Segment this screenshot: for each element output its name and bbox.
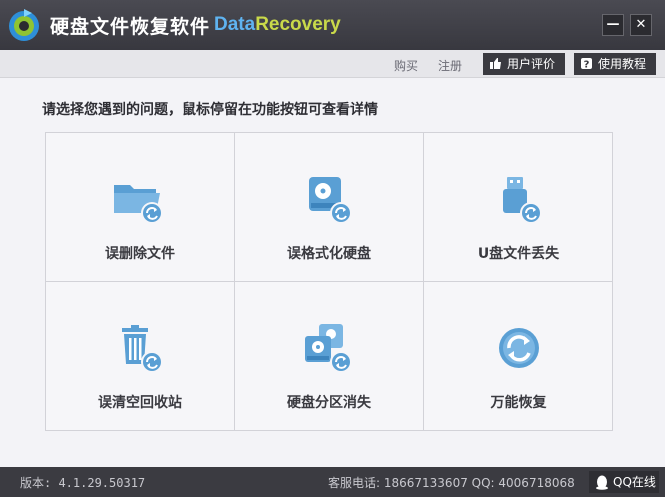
brand-name: DataRecovery <box>214 14 341 36</box>
minimize-icon: — <box>606 17 620 32</box>
tile-label: 误格式化硬盘 <box>287 246 371 262</box>
status-bar: 版本: 4.1.29.50317 客服电话: 18667133607 QQ: 4… <box>0 467 665 497</box>
register-link[interactable]: 注册 <box>438 57 462 74</box>
title-bar: 硬盘文件恢复软件 DataRecovery — ✕ <box>0 0 665 50</box>
tutorial-button[interactable]: ? 使用教程 <box>574 53 656 75</box>
universal-recover-icon <box>498 328 539 368</box>
folder-recover-icon <box>114 185 163 224</box>
toolbar: 购买 注册 用户评价 ? 使用教程 <box>0 50 665 78</box>
qq-online-label: QQ在线 <box>613 475 656 489</box>
close-button[interactable]: ✕ <box>630 14 652 36</box>
harddisk-recover-icon <box>309 177 352 224</box>
brand-part-data: Data <box>214 14 256 35</box>
tile-deleted-files[interactable]: 误删除文件 <box>46 133 235 282</box>
qq-penguin-icon <box>596 475 608 490</box>
tile-emptied-recycle-bin[interactable]: 误清空回收站 <box>46 282 235 431</box>
help-icon: ? <box>581 58 592 71</box>
app-logo-icon <box>9 9 39 41</box>
user-review-label: 用户评价 <box>507 57 556 71</box>
tile-partition-lost[interactable]: 硬盘分区消失 <box>235 282 424 431</box>
tile-label: 误清空回收站 <box>98 395 182 411</box>
tile-usb-lost[interactable]: U盘文件丢失 <box>424 133 613 282</box>
contact-text: 客服电话: 18667133607 QQ: 4006718068 <box>328 476 575 490</box>
tile-formatted-disk[interactable]: 误格式化硬盘 <box>235 133 424 282</box>
tile-universal-recovery[interactable]: 万能恢复 <box>424 282 613 431</box>
brand-part-recovery: Recovery <box>255 14 341 35</box>
app-title: 硬盘文件恢复软件 <box>50 16 211 38</box>
partition-recover-icon <box>305 324 352 373</box>
instruction-text: 请选择您遇到的问题，鼠标停留在功能按钮可查看详情 <box>42 102 378 118</box>
qq-online-button[interactable]: QQ在线 <box>589 471 659 493</box>
minimize-button[interactable]: — <box>602 14 624 36</box>
recycle-bin-recover-icon <box>122 325 163 373</box>
svg-text:?: ? <box>584 60 590 71</box>
tutorial-label: 使用教程 <box>598 57 647 71</box>
user-review-button[interactable]: 用户评价 <box>483 53 565 75</box>
tile-label: U盘文件丢失 <box>477 246 560 262</box>
tile-label: 万能恢复 <box>490 395 547 411</box>
usb-recover-icon <box>502 177 542 224</box>
thumbs-up-icon <box>490 58 501 69</box>
recovery-mode-grid: 误删除文件 误格式化硬盘 U盘文件丢失 误清空回收站 硬盘分区消失 万能恢复 <box>45 132 613 431</box>
close-icon: ✕ <box>635 17 647 32</box>
tile-label: 硬盘分区消失 <box>287 395 371 411</box>
tile-label: 误删除文件 <box>105 246 175 262</box>
version-text: 版本: 4.1.29.50317 <box>20 476 146 490</box>
buy-link[interactable]: 购买 <box>394 57 418 74</box>
